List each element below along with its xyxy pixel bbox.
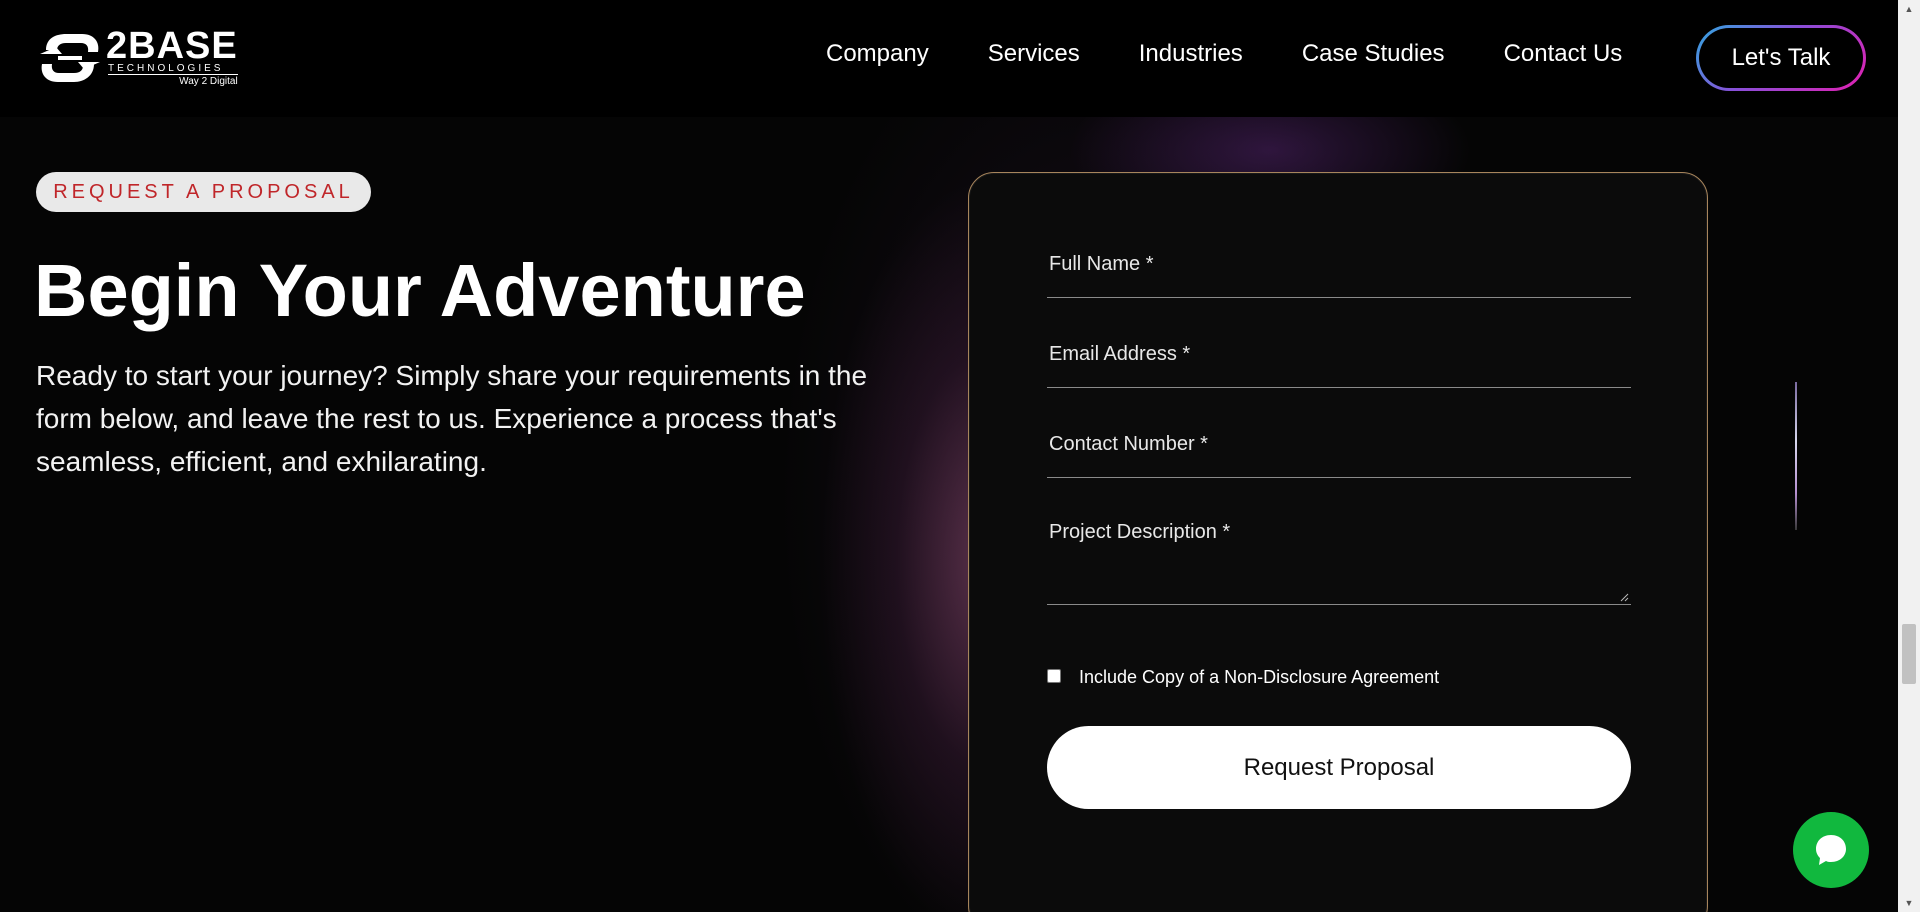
chat-button[interactable] [1793, 812, 1869, 888]
logo-tagline: Way 2 Digital [108, 73, 238, 88]
lets-talk-button[interactable]: Let's Talk [1696, 25, 1866, 91]
site-header: 2BASE TECHNOLOGIES Way 2 Digital Company… [0, 0, 1898, 117]
lets-talk-label: Let's Talk [1699, 28, 1863, 88]
nda-label[interactable]: Include Copy of a Non-Disclosure Agreeme… [1079, 667, 1439, 688]
nav-item-case-studies[interactable]: Case Studies [1302, 40, 1445, 68]
scroll-thumb[interactable] [1902, 624, 1916, 684]
nda-checkbox[interactable] [1047, 668, 1061, 683]
full-name-field[interactable]: Full Name * [1047, 253, 1631, 298]
resize-handle-icon[interactable] [1619, 592, 1629, 602]
chat-bubble-icon [1816, 835, 1846, 865]
scroll-up-icon[interactable]: ▲ [1898, 0, 1920, 18]
page-title: Begin Your Adventure [34, 249, 806, 332]
2base-logo-icon [40, 34, 100, 82]
intro-paragraph: Ready to start your journey? Simply shar… [36, 360, 868, 477]
nav-item-industries[interactable]: Industries [1139, 40, 1243, 68]
logo-brand: 2BASE [106, 24, 238, 67]
main-nav: Company Services Industries Case Studies… [826, 40, 1622, 68]
logo-text: 2BASE TECHNOLOGIES Way 2 Digital [106, 24, 238, 88]
request-proposal-button[interactable]: Request Proposal [1047, 726, 1631, 809]
nav-item-services[interactable]: Services [988, 40, 1080, 68]
contact-number-field[interactable]: Contact Number * [1047, 433, 1631, 478]
page-scrollbar[interactable]: ▲ ▼ [1898, 0, 1920, 912]
request-proposal-badge: REQUEST A PROPOSAL [36, 172, 371, 212]
project-description-label: Project Description * [1049, 521, 1231, 543]
full-name-label: Full Name * [1049, 253, 1154, 275]
logo[interactable]: 2BASE TECHNOLOGIES Way 2 Digital [36, 26, 250, 90]
project-description-textarea[interactable]: Project Description * [1047, 521, 1631, 605]
email-label: Email Address * [1049, 343, 1191, 365]
nda-option: Include Copy of a Non-Disclosure Agreeme… [1047, 663, 1439, 688]
nav-item-company[interactable]: Company [826, 40, 929, 68]
nav-item-contact-us[interactable]: Contact Us [1504, 40, 1623, 68]
contact-number-label: Contact Number * [1049, 433, 1208, 455]
decorative-line [1795, 382, 1797, 530]
logo-subtitle: TECHNOLOGIES [108, 62, 224, 74]
scroll-down-icon[interactable]: ▼ [1898, 894, 1920, 912]
proposal-form: Full Name * Email Address * Contact Numb… [968, 172, 1708, 912]
email-field[interactable]: Email Address * [1047, 343, 1631, 388]
